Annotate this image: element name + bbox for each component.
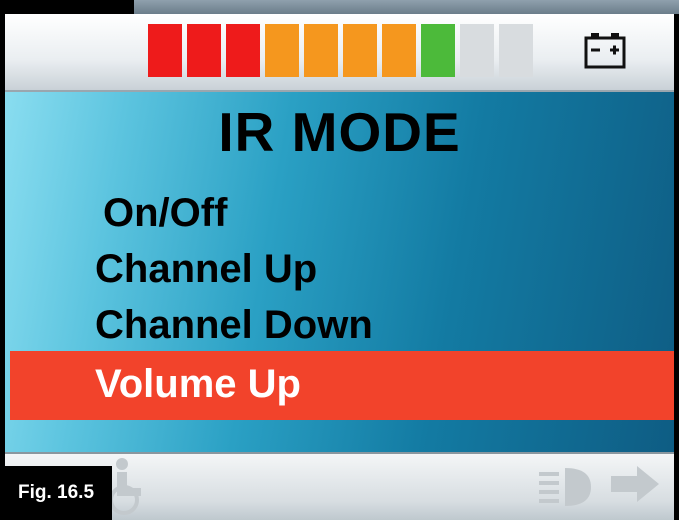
menu-item-label: On/Off: [103, 191, 228, 235]
top-strip: [0, 0, 679, 14]
display-frame: IR MODE On/Off Channel Up Channel Down V…: [0, 0, 679, 520]
battery-gauge-segment: [382, 24, 416, 77]
battery-gauge-segment: [226, 24, 260, 77]
menu-item-label: Channel Up: [95, 247, 318, 291]
menu-item-volume-up[interactable]: Volume Up: [95, 362, 301, 407]
battery-gauge-segment: [499, 24, 533, 77]
battery-gauge-segment: [265, 24, 299, 77]
figure-label: Fig. 16.5: [0, 466, 112, 520]
status-header: [5, 14, 674, 92]
battery-gauge: [148, 24, 533, 77]
screen-title: IR MODE: [218, 101, 461, 163]
battery-icon: [584, 33, 626, 69]
top-strip-block: [0, 0, 134, 14]
menu-item-on-off[interactable]: On/Off: [103, 191, 227, 236]
menu-item-label: Channel Down: [95, 303, 373, 347]
menu-item-channel-up[interactable]: Channel Up: [95, 247, 317, 292]
headlight-icon: [539, 468, 591, 506]
menu-item-channel-down[interactable]: Channel Down: [95, 303, 373, 348]
lcd-screen: IR MODE On/Off Channel Up Channel Down V…: [5, 14, 674, 520]
battery-gauge-segment: [304, 24, 338, 77]
arrow-right-icon: [611, 466, 659, 502]
battery-gauge-segment: [460, 24, 494, 77]
battery-gauge-segment: [187, 24, 221, 77]
battery-gauge-segment: [343, 24, 377, 77]
menu-item-label: Volume Up: [95, 362, 301, 406]
battery-gauge-segment: [148, 24, 182, 77]
battery-gauge-segment: [421, 24, 455, 77]
